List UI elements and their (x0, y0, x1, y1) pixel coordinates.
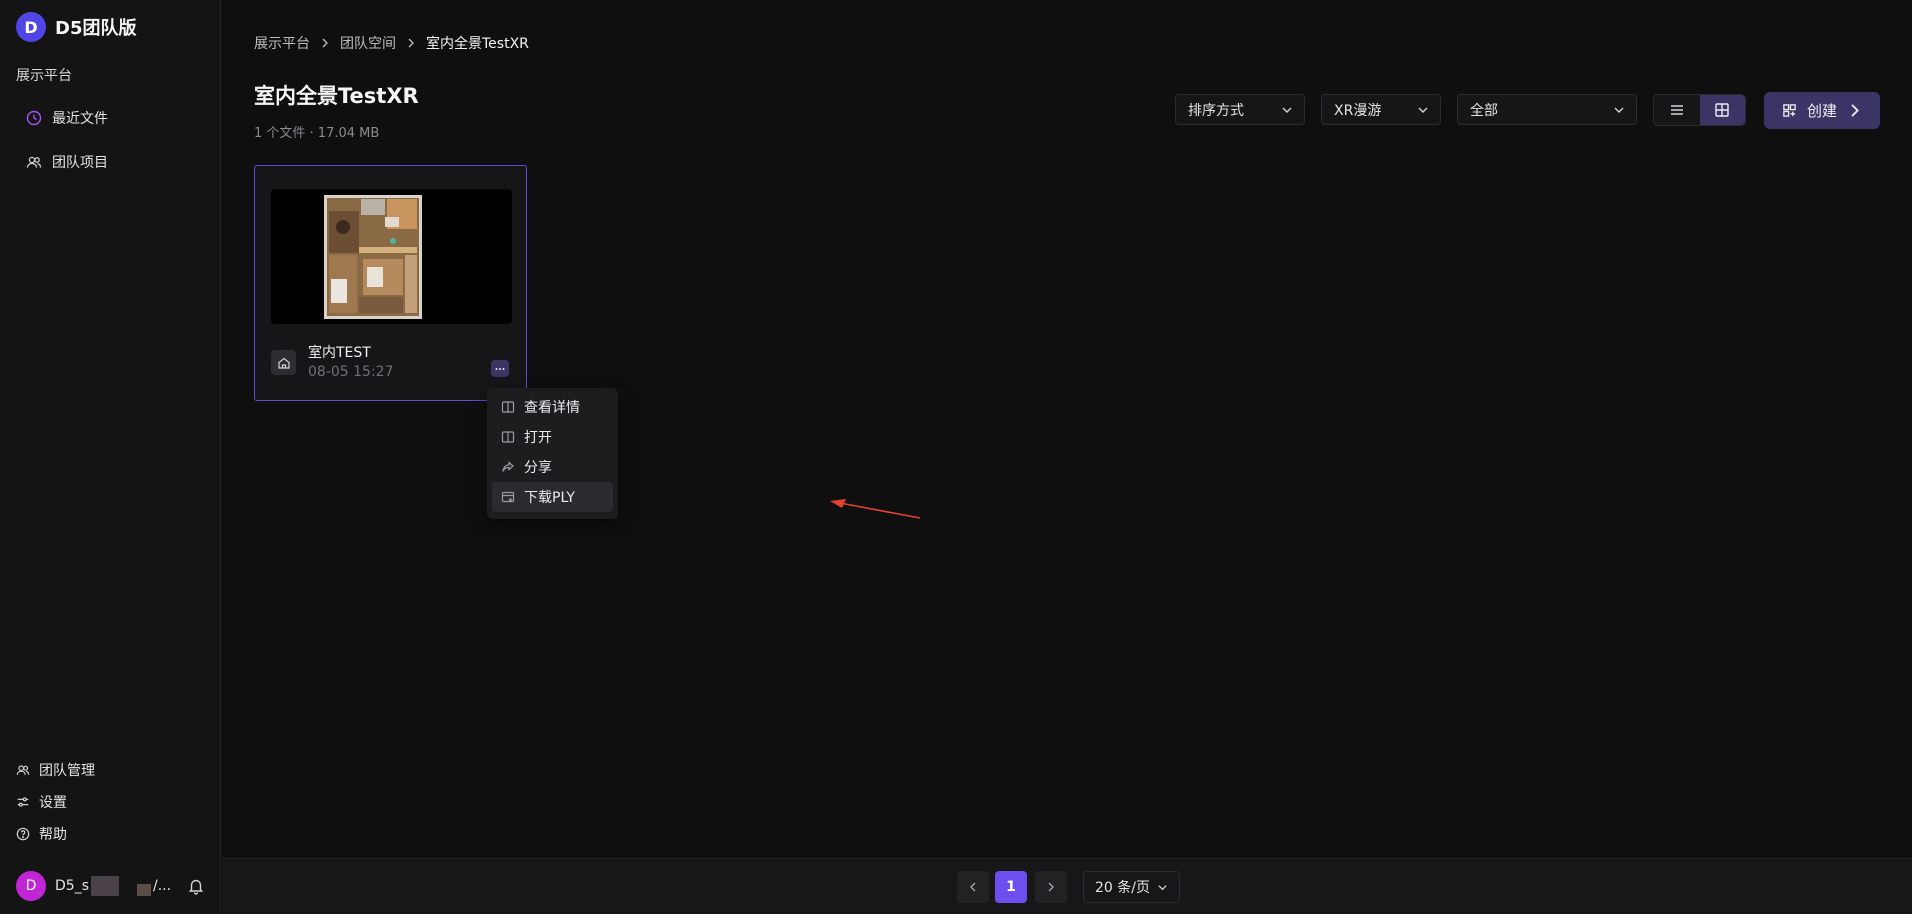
sidebar-item-label: 最近文件 (52, 111, 108, 127)
users-icon (16, 765, 30, 775)
file-date: 08-05 15:27 (308, 364, 394, 380)
panel-icon (501, 431, 515, 443)
menu-item-label: 打开 (524, 430, 552, 446)
menu-item-open[interactable]: 打开 (492, 422, 613, 452)
pagination-bar: 1 20 条/页 (222, 858, 1912, 914)
breadcrumb-item-current: 室内全景TestXR (426, 36, 529, 52)
chevron-down-icon (1614, 107, 1624, 113)
breadcrumb: 展示平台 团队空间 室内全景TestXR (254, 33, 529, 53)
more-horizontal-icon (495, 367, 505, 370)
list-icon (1670, 105, 1683, 115)
sidebar-item-label: 帮助 (39, 827, 67, 843)
more-options-button[interactable] (491, 360, 509, 377)
menu-item-view-details[interactable]: 查看详情 (492, 392, 613, 422)
file-thumbnail (271, 189, 512, 324)
sidebar-item-label: 设置 (39, 795, 67, 811)
redaction-mask (136, 884, 151, 896)
sidebar-item-help[interactable]: 帮助 (16, 822, 67, 846)
menu-item-download-ply[interactable]: 下载PLY (492, 482, 613, 512)
sidebar-item-recent-files[interactable]: 最近文件 (26, 104, 108, 132)
main-content: 展示平台 团队空间 室内全景TestXR 室内全景TestXR 1 个文件 · … (222, 0, 1912, 914)
prev-page-button[interactable] (957, 871, 989, 903)
download-box-icon (501, 491, 515, 503)
grid-view-button[interactable] (1699, 95, 1745, 125)
user-profile[interactable]: D D5_s /... (16, 871, 171, 901)
scope-filter-value: 全部 (1470, 102, 1498, 119)
menu-item-label: 查看详情 (524, 400, 580, 416)
annotation-arrow (830, 499, 921, 519)
chevron-right-icon (1048, 882, 1054, 892)
floorplan-image (324, 195, 422, 319)
sidebar-item-team-projects[interactable]: 团队项目 (26, 148, 108, 176)
home-icon (277, 357, 290, 369)
brand-name: D5团队版 (55, 18, 137, 39)
chevron-down-icon (1418, 107, 1428, 113)
users-icon (26, 156, 42, 168)
file-name: 室内TEST (308, 345, 371, 361)
type-filter-value: XR漫游 (1334, 102, 1382, 119)
breadcrumb-item-platform[interactable]: 展示平台 (254, 33, 310, 53)
create-button-label: 创建 (1806, 102, 1837, 120)
chevron-left-icon (970, 882, 976, 892)
sidebar-item-settings[interactable]: 设置 (16, 790, 67, 814)
chevron-right-icon (408, 38, 414, 48)
list-view-button[interactable] (1654, 95, 1700, 125)
breadcrumb-item-team-space[interactable]: 团队空间 (340, 33, 396, 53)
share-icon (502, 461, 514, 472)
chevron-down-icon (1282, 107, 1292, 113)
sidebar-item-label: 团队管理 (39, 763, 95, 779)
scope-filter-select[interactable]: 全部 (1457, 94, 1637, 125)
file-card[interactable]: 室内TEST 08-05 15:27 (254, 165, 527, 401)
sidebar-section-label: 展示平台 (16, 68, 72, 84)
file-type-badge (271, 350, 296, 375)
page-size-select[interactable]: 20 条/页 (1083, 871, 1180, 903)
create-button[interactable]: 创建 (1764, 92, 1880, 129)
user-name: D5_s /... (55, 876, 171, 896)
sidebar: D D5团队版 展示平台 最近文件 团队项目 团队管理 设置 帮助 D D5_s… (0, 0, 221, 914)
file-count-meta: 1 个文件 · 17.04 MB (254, 126, 380, 141)
menu-item-label: 下载PLY (524, 490, 575, 506)
chevron-right-icon (322, 38, 328, 48)
page-number-current[interactable]: 1 (995, 871, 1027, 903)
page-title: 室内全景TestXR (254, 84, 419, 108)
panel-icon (501, 401, 515, 413)
chevron-down-icon (1158, 884, 1167, 890)
help-circle-icon (16, 827, 30, 841)
user-name-prefix: D5_s (55, 878, 89, 894)
page-size-value: 20 条/页 (1095, 880, 1150, 896)
menu-item-label: 分享 (524, 460, 552, 476)
bell-icon[interactable] (188, 877, 204, 895)
type-filter-select[interactable]: XR漫游 (1321, 94, 1441, 125)
sort-select-label: 排序方式 (1188, 102, 1244, 119)
user-name-suffix: /... (152, 878, 172, 894)
sidebar-item-label: 团队项目 (52, 155, 108, 171)
brand[interactable]: D D5团队版 (16, 12, 136, 42)
next-page-button[interactable] (1035, 871, 1067, 903)
sliders-icon (17, 797, 29, 807)
view-toggle (1653, 94, 1746, 126)
redaction-mask (90, 876, 119, 896)
avatar: D (16, 871, 46, 901)
context-menu: 查看详情 打开 分享 下载PLY (487, 388, 618, 519)
clock-icon (26, 110, 42, 126)
sort-select[interactable]: 排序方式 (1175, 94, 1305, 125)
add-grid-icon (1783, 104, 1796, 117)
chevron-right-icon (1851, 104, 1859, 117)
brand-logo: D (16, 12, 46, 42)
sidebar-item-team-management[interactable]: 团队管理 (16, 758, 95, 782)
grid-icon (1715, 103, 1729, 117)
menu-item-share[interactable]: 分享 (492, 452, 613, 482)
